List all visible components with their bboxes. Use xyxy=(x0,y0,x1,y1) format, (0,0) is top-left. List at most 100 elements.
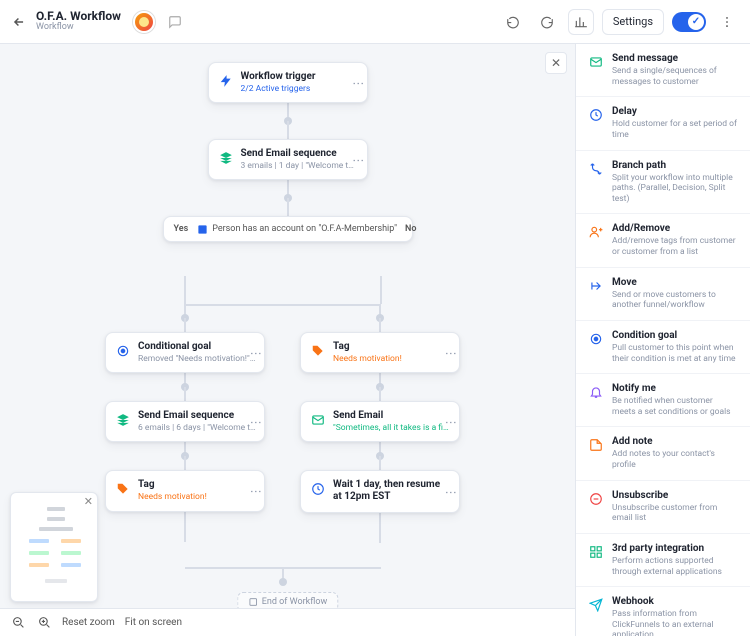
publish-toggle[interactable] xyxy=(672,12,706,32)
panel-item-third-party[interactable]: 3rd party integrationPerform actions sup… xyxy=(576,534,750,587)
panel-item-desc: Pass information from ClickFunnels to an… xyxy=(612,609,738,636)
notify-me-icon xyxy=(588,384,604,400)
node-menu[interactable]: ⋮ xyxy=(448,486,453,497)
branch-path-icon xyxy=(588,161,604,177)
panel-item-desc: Add notes to your contact's profile xyxy=(612,449,738,470)
actions-panel: Send messageSend a single/sequences of m… xyxy=(575,44,750,636)
node-conditional-goal[interactable]: Conditional goal Removed "Needs motivati… xyxy=(105,332,265,373)
delay-icon xyxy=(588,107,604,123)
panel-item-title: Send message xyxy=(612,53,738,65)
node-email-seq-2[interactable]: Send Email sequence 6 emails | 6 days | … xyxy=(105,401,265,442)
panel-item-move[interactable]: MoveSend or move customers to another fu… xyxy=(576,268,750,321)
panel-item-unsubscribe[interactable]: UnsubscribeUnsubscribe customer from ema… xyxy=(576,481,750,534)
webhook-icon xyxy=(588,597,604,613)
panel-item-title: Delay xyxy=(612,106,738,118)
node-sub: 2/2 Active triggers xyxy=(241,84,359,94)
third-party-icon xyxy=(588,544,604,560)
node-title: Workflow trigger xyxy=(241,71,359,83)
panel-item-desc: Hold customer for a set period of time xyxy=(612,119,738,140)
send-message-icon xyxy=(588,54,604,70)
panel-item-send-message[interactable]: Send messageSend a single/sequences of m… xyxy=(576,44,750,97)
fit-screen-button[interactable]: Fit on screen xyxy=(125,617,182,628)
node-trigger[interactable]: Workflow trigger 2/2 Active triggers ⋮ xyxy=(208,62,368,103)
node-menu[interactable]: ⋮ xyxy=(356,154,361,165)
col-no: Tag Needs motivation! ⋮ Send Email "Some… xyxy=(300,304,460,543)
node-menu[interactable]: ⋮ xyxy=(448,416,453,427)
panel-item-condition-goal[interactable]: Condition goalPull customer to this poin… xyxy=(576,321,750,374)
node-menu[interactable]: ⋮ xyxy=(253,416,258,427)
node-sub: Removed "Needs motivation!" tag xyxy=(138,354,256,364)
bolt-icon xyxy=(217,72,235,90)
panel-item-desc: Be notified when customer meets a set co… xyxy=(612,396,738,417)
panel-item-desc: Add/remove tags from customer or custome… xyxy=(612,236,738,257)
overflow-menu[interactable] xyxy=(714,9,740,35)
goal-icon xyxy=(114,342,132,360)
condition-yes-label: Yes xyxy=(174,224,189,234)
node-tag-right[interactable]: Tag Needs motivation! ⋮ xyxy=(300,332,460,373)
layers-icon xyxy=(217,149,235,167)
comment-icon[interactable] xyxy=(167,14,183,30)
unsubscribe-icon xyxy=(588,491,604,507)
node-menu[interactable]: ⋮ xyxy=(356,77,361,88)
node-email-seq-1[interactable]: Send Email sequence 3 emails | 1 day | "… xyxy=(208,139,368,180)
back-button[interactable] xyxy=(10,13,28,31)
title-block: O.F.A. Workflow Workflow xyxy=(36,10,121,33)
node-title: Wait 1 day, then resume at 12pm EST xyxy=(333,479,451,503)
node-title: Tag xyxy=(333,341,451,353)
settings-label: Settings xyxy=(613,15,653,28)
workflow-canvas[interactable]: ✕ Workflow trigger 2/2 Active triggers ⋮… xyxy=(0,44,575,636)
add-remove-icon xyxy=(588,224,604,240)
node-sub: Needs motivation! xyxy=(333,354,451,364)
avatar[interactable] xyxy=(133,11,155,33)
panel-item-title: Notify me xyxy=(612,383,738,395)
node-sub: "Sometimes, all it takes is a first s…" xyxy=(333,423,451,433)
layers-icon xyxy=(114,411,132,429)
minimap-close[interactable]: ✕ xyxy=(84,495,93,508)
topbar: O.F.A. Workflow Workflow Settings xyxy=(0,0,750,44)
node-title: Conditional goal xyxy=(138,341,256,353)
minimap[interactable]: ✕ xyxy=(10,492,98,602)
panel-item-add-note[interactable]: Add noteAdd notes to your contact's prof… xyxy=(576,427,750,480)
node-menu[interactable]: ⋮ xyxy=(253,347,258,358)
undo-button[interactable] xyxy=(500,9,526,35)
clock-icon xyxy=(309,480,327,498)
settings-button[interactable]: Settings xyxy=(602,9,664,35)
account-icon xyxy=(196,223,208,235)
node-menu[interactable]: ⋮ xyxy=(253,485,258,496)
tag-icon xyxy=(114,480,132,498)
node-tag-left[interactable]: Tag Needs motivation! ⋮ xyxy=(105,470,265,511)
zoom-out-button[interactable] xyxy=(10,615,26,631)
panel-item-desc: Split your workflow into multiple paths.… xyxy=(612,173,738,205)
panel-item-desc: Perform actions supported through extern… xyxy=(612,556,738,577)
panel-item-title: Condition goal xyxy=(612,330,738,342)
col-center: Workflow trigger 2/2 Active triggers ⋮ S… xyxy=(163,62,413,242)
reset-zoom-button[interactable]: Reset zoom xyxy=(62,617,115,628)
close-panel-button[interactable]: ✕ xyxy=(545,52,567,74)
panel-item-title: Branch path xyxy=(612,160,738,172)
col-yes: Conditional goal Removed "Needs motivati… xyxy=(105,304,265,542)
page-subtitle: Workflow xyxy=(36,23,121,33)
panel-item-title: Add/Remove xyxy=(612,223,738,235)
node-send-email[interactable]: Send Email "Sometimes, all it takes is a… xyxy=(300,401,460,442)
panel-item-title: Unsubscribe xyxy=(612,490,738,502)
panel-item-desc: Unsubscribe customer from email list xyxy=(612,503,738,524)
panel-item-add-remove[interactable]: Add/RemoveAdd/remove tags from customer … xyxy=(576,214,750,267)
node-condition[interactable]: Yes Person has an account on "O.F.A-Memb… xyxy=(163,216,413,242)
panel-item-delay[interactable]: DelayHold customer for a set period of t… xyxy=(576,97,750,150)
add-note-icon xyxy=(588,437,604,453)
panel-item-desc: Pull customer to this point when their c… xyxy=(612,343,738,364)
redo-button[interactable] xyxy=(534,9,560,35)
node-sub: 6 emails | 6 days | "Welcome to O… xyxy=(138,423,256,433)
panel-item-branch-path[interactable]: Branch pathSplit your workflow into mult… xyxy=(576,151,750,215)
node-wait[interactable]: Wait 1 day, then resume at 12pm EST ⋮ xyxy=(300,470,460,513)
panel-item-title: Move xyxy=(612,277,738,289)
stats-button[interactable] xyxy=(568,9,594,35)
panel-item-webhook[interactable]: WebhookPass information from ClickFunnel… xyxy=(576,587,750,636)
panel-item-title: Webhook xyxy=(612,596,738,608)
node-menu[interactable]: ⋮ xyxy=(448,347,453,358)
panel-item-desc: Send a single/sequences of messages to c… xyxy=(612,66,738,87)
node-title: Send Email sequence xyxy=(241,148,359,160)
zoom-in-button[interactable] xyxy=(36,615,52,631)
move-icon xyxy=(588,278,604,294)
panel-item-notify-me[interactable]: Notify meBe notified when customer meets… xyxy=(576,374,750,427)
